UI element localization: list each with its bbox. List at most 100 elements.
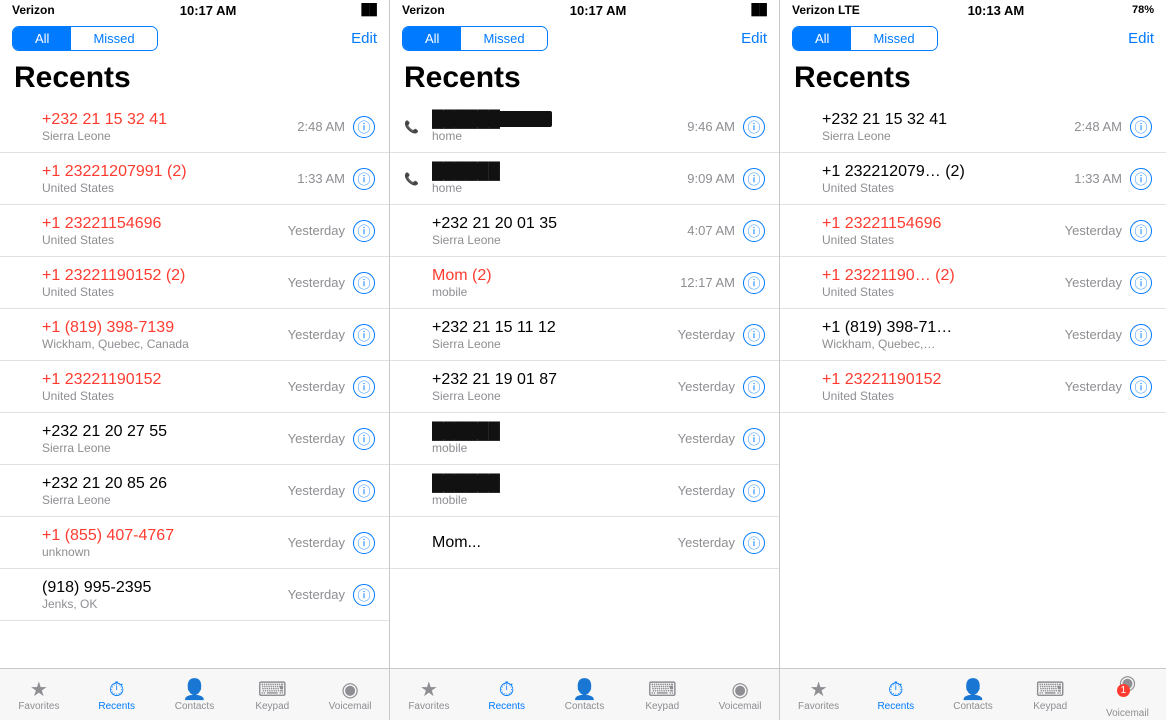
voicemail-tab-label: Voicemail [1106, 708, 1149, 719]
tab-contacts[interactable]: 👤Contacts [934, 673, 1011, 718]
segment-all-button[interactable]: All [403, 27, 461, 50]
info-button[interactable]: ⓘ [353, 116, 375, 138]
edit-button[interactable]: Edit [1128, 30, 1154, 47]
segment-all-button[interactable]: All [793, 27, 851, 50]
call-subtext: mobile [432, 493, 678, 507]
tab-favorites[interactable]: ★Favorites [0, 673, 78, 718]
voicemail-tab-label: Voicemail [329, 701, 372, 712]
favorites-tab-label: Favorites [18, 701, 59, 712]
info-button[interactable]: ⓘ [743, 116, 765, 138]
call-time: Yesterday [678, 483, 735, 498]
call-name[interactable]: +232 21 15 11 12 [432, 319, 678, 337]
tab-recents[interactable]: ⏱Recents [857, 673, 934, 718]
call-time: Yesterday [288, 275, 345, 290]
info-button[interactable]: ⓘ [1130, 168, 1152, 190]
call-item: +1 (819) 398-7139Wickham, Quebec, Canada… [0, 309, 389, 361]
tab-keypad[interactable]: ⌨Keypad [1012, 673, 1089, 718]
info-button[interactable]: ⓘ [1130, 116, 1152, 138]
status-bar: Verizon 10:17 AM ██ [390, 0, 779, 20]
info-button[interactable]: ⓘ [743, 428, 765, 450]
info-button[interactable]: ⓘ [1130, 272, 1152, 294]
call-name[interactable]: +232 21 15 32 41 [822, 111, 1074, 129]
edit-button[interactable]: Edit [351, 30, 377, 47]
call-name[interactable]: +1 23221207991 (2) [42, 163, 297, 181]
tab-voicemail[interactable]: ◉Voicemail [701, 673, 779, 718]
call-subtext: home [432, 181, 687, 195]
segment-missed-button[interactable]: Missed [461, 27, 546, 50]
favorites-tab-label: Favorites [408, 701, 449, 712]
info-button[interactable]: ⓘ [743, 480, 765, 502]
info-button[interactable]: ⓘ [353, 376, 375, 398]
call-name[interactable]: ██████ [432, 423, 678, 441]
segment-missed-button[interactable]: Missed [71, 27, 156, 50]
call-item: +232 21 15 11 12Sierra LeoneYesterdayⓘ [390, 309, 779, 361]
tab-keypad[interactable]: ⌨Keypad [623, 673, 701, 718]
call-name[interactable]: +232 21 20 27 55 [42, 423, 288, 441]
info-button[interactable]: ⓘ [743, 220, 765, 242]
call-name[interactable]: (918) 995-2395 [42, 579, 288, 597]
call-name[interactable]: +1 (855) 407-4767 [42, 527, 288, 545]
info-button[interactable]: ⓘ [743, 324, 765, 346]
segment-control: AllMissed [12, 26, 158, 51]
info-button[interactable]: ⓘ [353, 532, 375, 554]
tab-recents[interactable]: ⏱Recents [468, 673, 546, 718]
call-item: +232 21 20 85 26Sierra LeoneYesterdayⓘ [0, 465, 389, 517]
call-name[interactable]: +1 23221190152 [822, 371, 1065, 389]
call-item: +1 232212079… (2)United States1:33 AMⓘ [780, 153, 1166, 205]
info-button[interactable]: ⓘ [353, 168, 375, 190]
call-item: +1 23221190152United StatesYesterdayⓘ [0, 361, 389, 413]
call-name[interactable]: +1 232212079… (2) [822, 163, 1074, 181]
tab-favorites[interactable]: ★Favorites [390, 673, 468, 718]
call-time: Yesterday [288, 327, 345, 342]
info-button[interactable]: ⓘ [353, 272, 375, 294]
info-button[interactable]: ⓘ [353, 480, 375, 502]
info-button[interactable]: ⓘ [743, 168, 765, 190]
call-name[interactable]: ██████ [432, 163, 687, 181]
call-name[interactable]: ██████ [432, 475, 678, 493]
call-name[interactable]: +232 21 20 01 35 [432, 215, 687, 233]
call-name[interactable]: +1 23221190152 (2) [42, 267, 288, 285]
call-name[interactable]: +1 23221154696 [42, 215, 288, 233]
call-name[interactable]: Mom... [432, 534, 678, 552]
edit-button[interactable]: Edit [741, 30, 767, 47]
nav-bar: AllMissed Edit [390, 20, 779, 57]
tab-contacts[interactable]: 👤Contacts [546, 673, 624, 718]
call-subtext: Sierra Leone [432, 337, 678, 351]
info-button[interactable]: ⓘ [743, 272, 765, 294]
segment-missed-button[interactable]: Missed [851, 27, 936, 50]
info-button[interactable]: ⓘ [353, 584, 375, 606]
call-name[interactable]: +1 23221190152 [42, 371, 288, 389]
segment-all-button[interactable]: All [13, 27, 71, 50]
tab-keypad[interactable]: ⌨Keypad [233, 673, 311, 718]
tab-voicemail[interactable]: ◉1Voicemail [1089, 673, 1166, 718]
info-button[interactable]: ⓘ [1130, 220, 1152, 242]
info-button[interactable]: ⓘ [1130, 376, 1152, 398]
call-name[interactable]: +1 (819) 398-7139 [42, 319, 288, 337]
call-name[interactable]: +232 21 15 32 41 [42, 111, 297, 129]
panel-right: Verizon LTE 10:13 AM 78% AllMissedEditRe… [780, 0, 1166, 720]
call-name[interactable]: +232 21 20 85 26 [42, 475, 288, 493]
tab-recents[interactable]: ⏱Recents [78, 673, 156, 718]
tab-voicemail[interactable]: ◉Voicemail [311, 673, 389, 718]
favorites-icon: ★ [420, 680, 438, 700]
call-time: Yesterday [1065, 327, 1122, 342]
info-button[interactable]: ⓘ [743, 532, 765, 554]
keypad-tab-label: Keypad [645, 701, 679, 712]
call-name[interactable]: ██████ [432, 111, 687, 129]
time-label: 10:13 AM [968, 3, 1025, 18]
call-name[interactable]: Mom (2) [432, 267, 680, 285]
call-item: +1 23221154696United StatesYesterdayⓘ [0, 205, 389, 257]
info-button[interactable]: ⓘ [353, 324, 375, 346]
info-button[interactable]: ⓘ [353, 428, 375, 450]
info-button[interactable]: ⓘ [743, 376, 765, 398]
tab-favorites[interactable]: ★Favorites [780, 673, 857, 718]
call-name[interactable]: +1 23221154696 [822, 215, 1065, 233]
info-button[interactable]: ⓘ [1130, 324, 1152, 346]
call-info: (918) 995-2395Jenks, OK [42, 579, 288, 611]
info-button[interactable]: ⓘ [353, 220, 375, 242]
tab-contacts[interactable]: 👤Contacts [156, 673, 234, 718]
nav-bar: AllMissed Edit [0, 20, 389, 57]
call-name[interactable]: +1 23221190… (2) [822, 267, 1065, 285]
call-name[interactable]: +1 (819) 398-71… [822, 319, 1065, 337]
call-name[interactable]: +232 21 19 01 87 [432, 371, 678, 389]
